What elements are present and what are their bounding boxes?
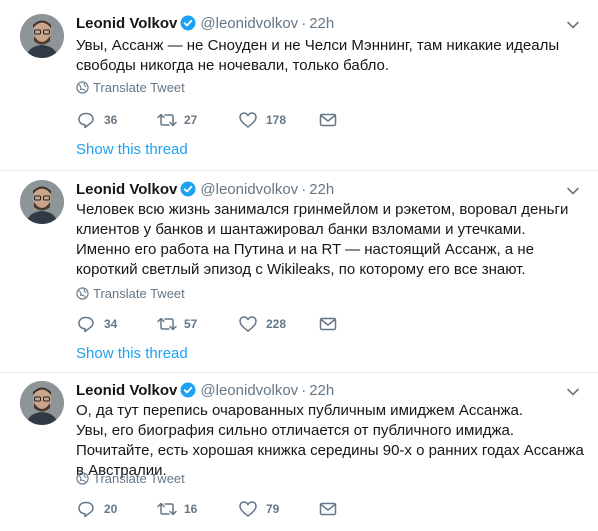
author-handle[interactable]: @leonidvolkov: [200, 181, 298, 198]
verified-badge-icon: [180, 382, 196, 398]
retweet-icon: [157, 317, 177, 331]
author-name[interactable]: Leonid Volkov: [76, 382, 177, 399]
chevron-down-icon[interactable]: [566, 385, 580, 399]
translate-tweet-link[interactable]: Translate Tweet: [76, 286, 185, 302]
timestamp[interactable]: 22h: [309, 15, 334, 32]
reply-icon: [78, 501, 94, 518]
tweet-actions: 34 57 228: [76, 314, 337, 334]
retweet-count: 27: [184, 113, 198, 127]
tweet-text: Человек всю жизнь занимался гринмейлом и…: [76, 200, 586, 280]
tweet[interactable]: Leonid Volkov @leonidvolkov · 22h Человек в…: [0, 176, 598, 372]
verified-badge-icon: [180, 15, 196, 31]
like-count: 178: [266, 113, 287, 127]
avatar[interactable]: [20, 381, 64, 425]
chevron-down-icon[interactable]: [566, 18, 580, 32]
author-name[interactable]: Leonid Volkov: [76, 15, 177, 32]
tweet-text-line: Увы, Ассанж — не Сноуден и не Челси Мэнн…: [76, 37, 560, 74]
show-thread-link[interactable]: Show this thread: [76, 140, 188, 160]
like-icon: [239, 112, 257, 128]
direct-message-icon: [319, 317, 337, 331]
tweet-actions: 20 16 79: [76, 499, 337, 519]
translate-tweet-label: Translate Tweet: [93, 471, 185, 486]
tweet-text-line: О, да тут перепись очарованных публичным…: [76, 402, 524, 419]
tweet-header: Leonid Volkov @leonidvolkov · 22h: [76, 180, 334, 200]
globe-icon: [76, 81, 89, 94]
globe-icon: [76, 472, 89, 485]
author-handle[interactable]: @leonidvolkov: [200, 15, 298, 32]
tweet-divider: [0, 372, 598, 373]
translate-tweet-link[interactable]: Translate Tweet: [76, 80, 185, 96]
timestamp[interactable]: 22h: [309, 181, 334, 198]
like-count: 79: [266, 502, 280, 516]
direct-message-icon: [319, 502, 337, 516]
tweet-header: Leonid Volkov @leonidvolkov · 22h: [76, 14, 334, 34]
like-icon: [239, 501, 257, 517]
reply-icon: [78, 112, 94, 129]
tweet-text: О, да тут перепись очарованных публичным…: [76, 401, 586, 481]
like-count: 228: [266, 317, 287, 331]
avatar[interactable]: [20, 14, 64, 58]
tweet-text-line: Именно его работа на Путина и на RT — на…: [76, 241, 534, 278]
chevron-down-icon[interactable]: [566, 184, 580, 198]
tweet-text: Увы, Ассанж — не Сноуден и не Челси Мэнн…: [76, 36, 586, 76]
reply-count: 20: [104, 502, 118, 516]
translate-tweet-label: Translate Tweet: [93, 80, 185, 95]
verified-badge-icon: [180, 181, 196, 197]
author-name[interactable]: Leonid Volkov: [76, 181, 177, 198]
reply-count: 36: [104, 113, 118, 127]
globe-icon: [76, 287, 89, 300]
separator-dot: ·: [301, 15, 307, 32]
show-thread-link[interactable]: Show this thread: [76, 344, 188, 364]
tweet-text-line: Человек всю жизнь занимался гринмейлом и…: [76, 201, 569, 238]
separator-dot: ·: [301, 181, 307, 198]
reply-count: 34: [104, 317, 118, 331]
retweet-count: 16: [184, 502, 198, 516]
retweet-count: 57: [184, 317, 198, 331]
tweet-header: Leonid Volkov @leonidvolkov · 22h: [76, 381, 334, 401]
direct-message-icon: [319, 113, 337, 127]
like-icon: [239, 316, 257, 332]
author-handle[interactable]: @leonidvolkov: [200, 382, 298, 399]
translate-tweet-link[interactable]: Translate Tweet: [76, 471, 185, 487]
retweet-icon: [157, 502, 177, 516]
separator-dot: ·: [301, 382, 307, 399]
reply-icon: [78, 316, 94, 333]
tweet-divider: [0, 170, 598, 171]
tweet-actions: 36 27 178: [76, 110, 337, 130]
translate-tweet-label: Translate Tweet: [93, 286, 185, 301]
tweet[interactable]: Leonid Volkov @leonidvolkov · 22h Увы, Асса…: [0, 10, 598, 170]
avatar[interactable]: [20, 180, 64, 224]
tweet[interactable]: Leonid Volkov @leonidvolkov · 22h О, да тут…: [0, 377, 598, 531]
timestamp[interactable]: 22h: [309, 382, 334, 399]
retweet-icon: [157, 113, 177, 127]
